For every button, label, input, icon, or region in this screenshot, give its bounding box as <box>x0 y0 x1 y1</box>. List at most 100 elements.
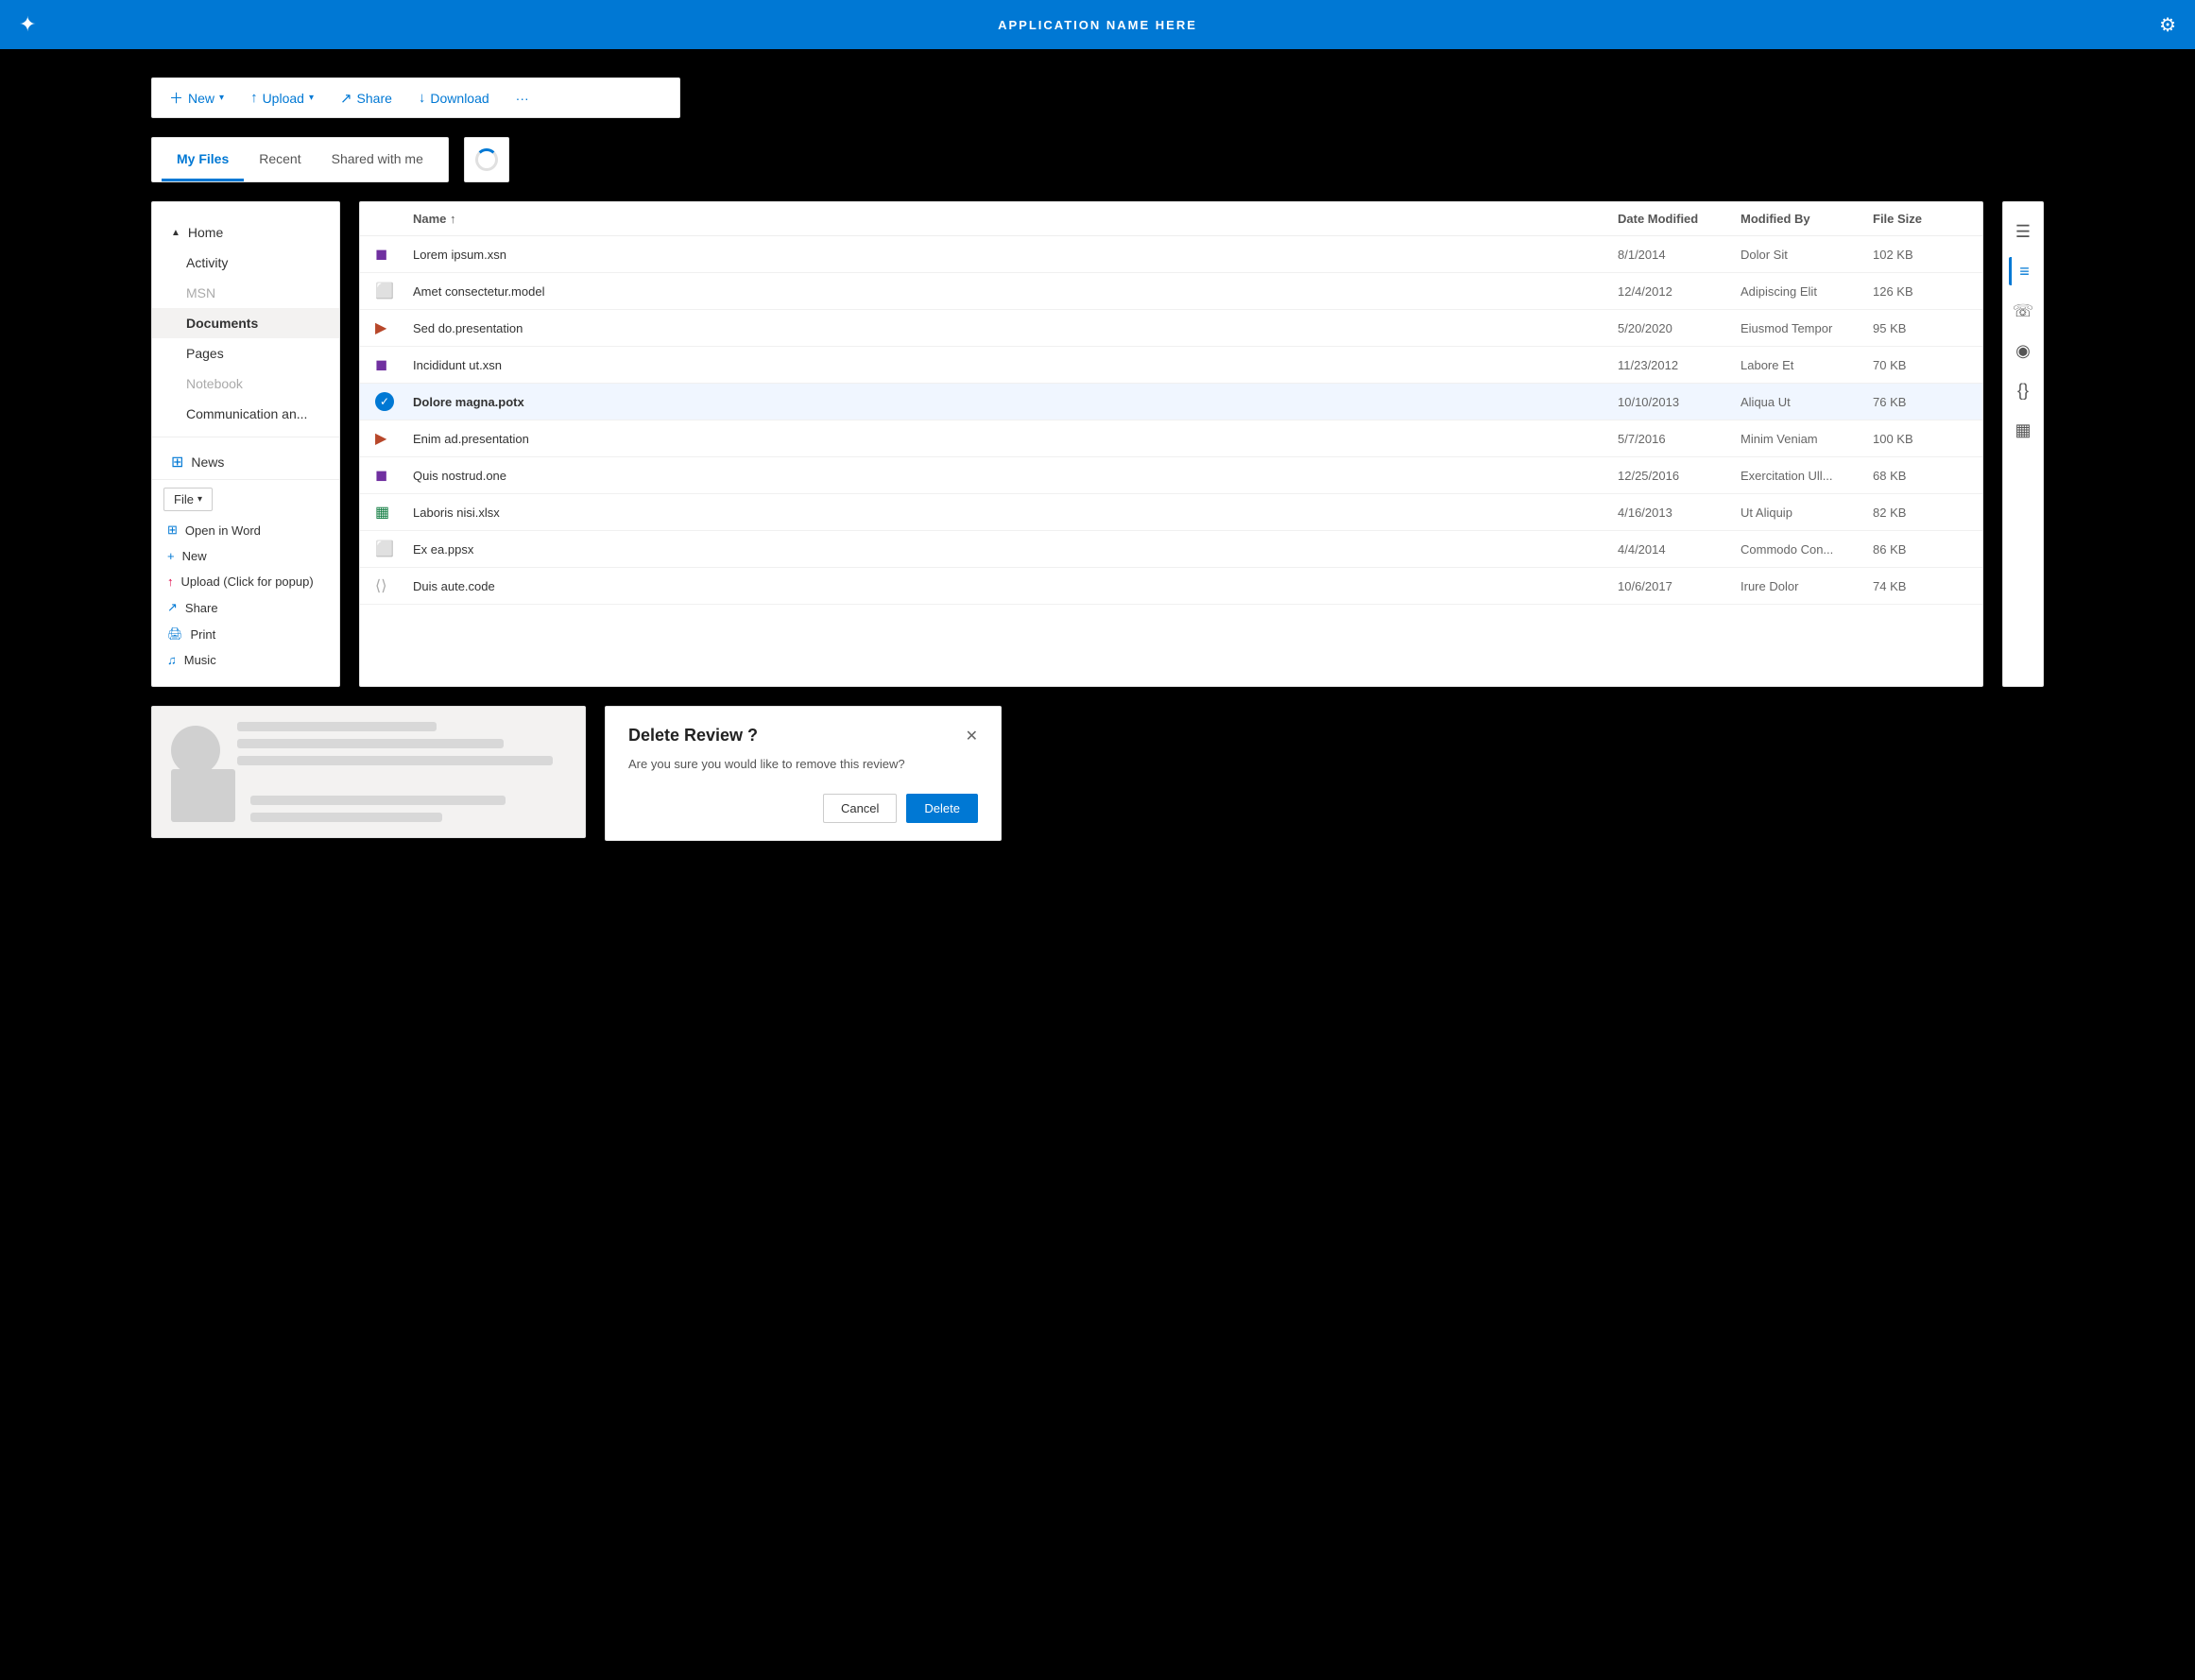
context-upload[interactable]: ↑ Upload (Click for popup) <box>163 569 328 594</box>
col-date[interactable]: Date Modified <box>1618 212 1741 226</box>
code-icon[interactable]: {} <box>2009 376 2037 404</box>
list-icon[interactable]: ≡ <box>2009 257 2037 285</box>
col-name[interactable]: Name ↑ <box>413 212 1618 226</box>
file-check-col: ◼ <box>375 355 413 374</box>
notebook-label: Notebook <box>186 376 243 391</box>
file-name: Ex ea.ppsx <box>413 542 1618 557</box>
file-name: Sed do.presentation <box>413 321 1618 335</box>
preview-lines <box>237 722 570 765</box>
tab-shared-with-me[interactable]: Shared with me <box>317 138 438 181</box>
cancel-button[interactable]: Cancel <box>823 794 897 823</box>
sidebar-item-notebook[interactable]: Notebook <box>152 369 339 399</box>
table-row[interactable]: ◼ Incididunt ut.xsn 11/23/2012 Labore Et… <box>360 347 1982 384</box>
home-label: Home <box>188 225 223 240</box>
news-label: News <box>191 454 224 470</box>
file-date: 5/7/2016 <box>1618 432 1741 446</box>
top-bar: ✦ APPLICATION NAME HERE ⚙ <box>0 0 2195 49</box>
table-row[interactable]: ▶ Enim ad.presentation 5/7/2016 Minim Ve… <box>360 420 1982 457</box>
file-modified-by: Eiusmod Tempor <box>1741 321 1873 335</box>
context-print[interactable]: 🖨 Print <box>163 621 328 647</box>
col-by[interactable]: Modified By <box>1741 212 1873 226</box>
table-row[interactable]: ◼ Lorem ipsum.xsn 8/1/2014 Dolor Sit 102… <box>360 236 1982 273</box>
phone-icon[interactable]: ☏ <box>2009 297 2037 325</box>
download-icon: ↓ <box>419 90 426 106</box>
file-size: 100 KB <box>1873 432 1967 446</box>
sidebar-item-activity[interactable]: Activity <box>152 248 339 278</box>
app-logo: ✦ <box>19 12 36 37</box>
tab-recent[interactable]: Recent <box>244 138 316 181</box>
dialog-body: Are you sure you would like to remove th… <box>628 757 978 771</box>
new-label: New <box>188 91 214 106</box>
file-size: 86 KB <box>1873 542 1967 557</box>
file-list-panel: Name ↑ Date Modified Modified By File Si… <box>359 201 1983 687</box>
sidebar-item-msn[interactable]: MSN <box>152 278 339 308</box>
dialog-footer: Cancel Delete <box>628 794 978 823</box>
sidebar-item-news[interactable]: ⊞ News <box>152 445 339 479</box>
file-size: 95 KB <box>1873 321 1967 335</box>
preview-avatar <box>171 726 220 775</box>
download-button[interactable]: ↓ Download <box>419 90 489 106</box>
col-size[interactable]: File Size <box>1873 212 1967 226</box>
sidebar-nav: ▲ Home Activity MSN Documents Pages Note… <box>152 217 339 479</box>
file-icon-col: ⬜ <box>375 540 394 558</box>
table-row[interactable]: ▦ Laboris nisi.xlsx 4/16/2013 Ut Aliquip… <box>360 494 1982 531</box>
print-label: Print <box>191 627 216 642</box>
file-size: 82 KB <box>1873 506 1967 520</box>
dialog-close-button[interactable]: ✕ <box>966 727 978 746</box>
file-icon-col: ◼ <box>375 355 394 374</box>
context-share[interactable]: ↗ Share <box>163 594 328 621</box>
table-row[interactable]: ◼ Quis nostrud.one 12/25/2016 Exercitati… <box>360 457 1982 494</box>
table-row[interactable]: ▶ Sed do.presentation 5/20/2020 Eiusmod … <box>360 310 1982 347</box>
loading-spinner <box>475 148 498 171</box>
preview-bottom-line-1 <box>250 796 506 805</box>
wifi-icon[interactable]: ◉ <box>2009 336 2037 365</box>
toolbar: ＋ New ▾ ↑ Upload ▾ ↗ Share ↓ Download ··… <box>151 77 680 118</box>
download-label: Download <box>430 91 489 106</box>
chevron-down-icon: ▾ <box>219 93 224 103</box>
context-new[interactable]: + New <box>163 543 328 569</box>
file-check-col: ◼ <box>375 245 413 264</box>
upload-button[interactable]: ↑ Upload ▾ <box>250 90 314 106</box>
word-icon: ⊞ <box>167 523 178 538</box>
table-row[interactable]: ✓ Dolore magna.potx 10/10/2013 Aliqua Ut… <box>360 384 1982 420</box>
documents-label: Documents <box>186 316 258 331</box>
table-row[interactable]: ⬜ Ex ea.ppsx 4/4/2014 Commodo Con... 86 … <box>360 531 1982 568</box>
right-panel: ☰ ≡ ☏ ◉ {} ▦ <box>2002 201 2044 687</box>
file-context-button[interactable]: File ▾ <box>163 488 213 511</box>
file-icon-col: ⟨⟩ <box>375 576 394 595</box>
new-button[interactable]: ＋ New ▾ <box>169 88 224 108</box>
table-row[interactable]: ⬜ Amet consectetur.model 12/4/2012 Adipi… <box>360 273 1982 310</box>
content-area: ▲ Home Activity MSN Documents Pages Note… <box>151 201 2044 687</box>
preview-panel <box>151 706 586 838</box>
share-button[interactable]: ↗ Share <box>340 90 392 107</box>
preview-bottom-lines <box>250 796 570 822</box>
more-button[interactable]: ··· <box>516 91 529 106</box>
table-row[interactable]: ⟨⟩ Duis aute.code 10/6/2017 Irure Dolor … <box>360 568 1982 605</box>
sidebar-item-communication[interactable]: Communication an... <box>152 399 339 429</box>
file-modified-by: Minim Veniam <box>1741 432 1873 446</box>
news-icon: ⊞ <box>171 453 183 471</box>
sidebar-item-pages[interactable]: Pages <box>152 338 339 369</box>
file-date: 8/1/2014 <box>1618 248 1741 262</box>
file-check-col: ✓ <box>375 392 413 411</box>
file-date: 4/16/2013 <box>1618 506 1741 520</box>
chart-icon[interactable]: ▦ <box>2009 416 2037 444</box>
menu-icon[interactable]: ☰ <box>2009 217 2037 246</box>
music-icon: ♫ <box>167 653 177 667</box>
open-in-word-label: Open in Word <box>185 523 261 538</box>
file-name: Quis nostrud.one <box>413 469 1618 483</box>
sidebar-item-documents[interactable]: Documents <box>152 308 339 338</box>
context-open-in-word[interactable]: ⊞ Open in Word <box>163 517 328 543</box>
settings-icon[interactable]: ⚙ <box>2159 13 2176 37</box>
tab-my-files[interactable]: My Files <box>162 138 244 181</box>
delete-button[interactable]: Delete <box>906 794 978 823</box>
communication-label: Communication an... <box>186 406 307 421</box>
file-size: 76 KB <box>1873 395 1967 409</box>
context-music[interactable]: ♫ Music <box>163 647 328 673</box>
file-size: 126 KB <box>1873 284 1967 299</box>
file-label: File <box>174 492 194 506</box>
file-chevron-icon: ▾ <box>197 494 202 505</box>
sidebar-item-home[interactable]: ▲ Home <box>152 217 339 248</box>
file-icon-col: ◼ <box>375 245 394 264</box>
share-context-label: Share <box>185 601 218 615</box>
